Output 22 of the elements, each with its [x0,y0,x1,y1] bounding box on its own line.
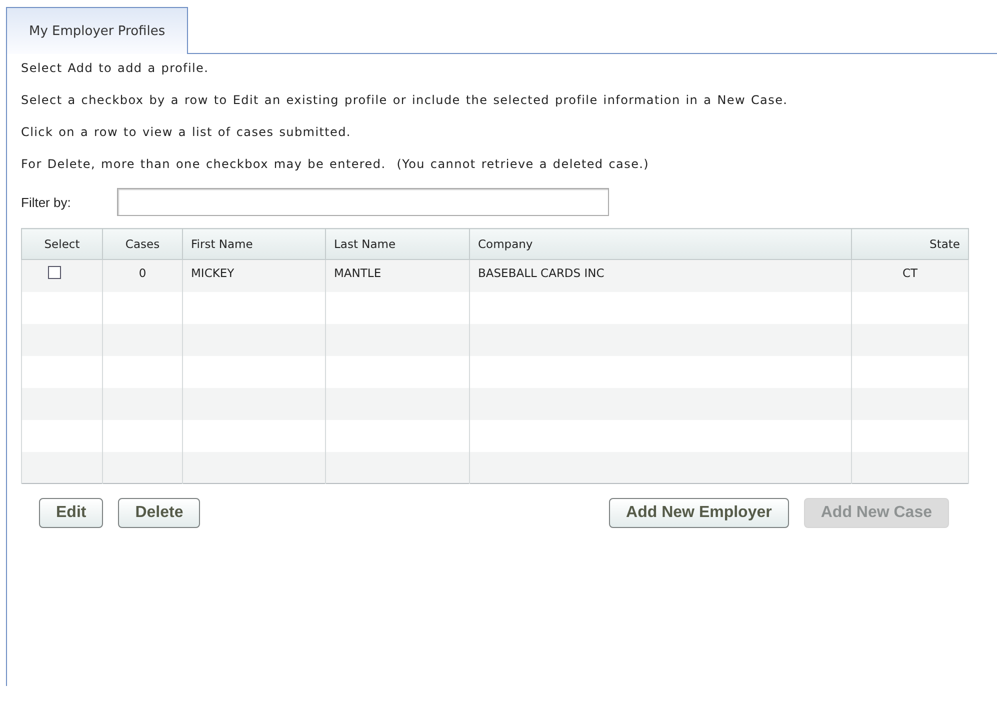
instruction-text: For Delete, more than one checkbox may be entered. (You cannot retrieve a deleted case.) [21,156,650,173]
filter-label: Filter by: [21,194,72,210]
instruction-text: Click on a row to view a list of cases submitted. [21,124,352,141]
row-checkbox[interactable] [48,266,60,279]
column-header[interactable]: Select [22,228,102,260]
instruction-text: Select a checkbox by a row to Edit an existing profile or include the selected profile information in a New Case. [21,92,789,109]
instruction-text: Select Add to add a profile. [21,60,210,77]
action-button[interactable]: Add New Employer [609,498,789,528]
column-header[interactable]: Last Name [326,228,470,260]
column-header[interactable]: State [852,228,968,260]
table-cell: BASEBALL CARDS INC [470,260,852,292]
table-cell: MICKEY [182,260,326,292]
column-header[interactable]: Company [470,228,852,260]
filter-field[interactable] [117,188,609,216]
table-cell: CT [852,260,968,292]
table-cell: MANTLE [326,260,470,292]
column-header[interactable]: Cases [102,228,182,260]
action-button[interactable]: Edit [39,498,104,528]
column-header[interactable]: First Name [182,228,326,260]
action-button[interactable]: Delete [118,498,200,528]
tab[interactable]: My Employer Profiles [6,7,188,54]
table-cell: 0 [102,260,182,292]
